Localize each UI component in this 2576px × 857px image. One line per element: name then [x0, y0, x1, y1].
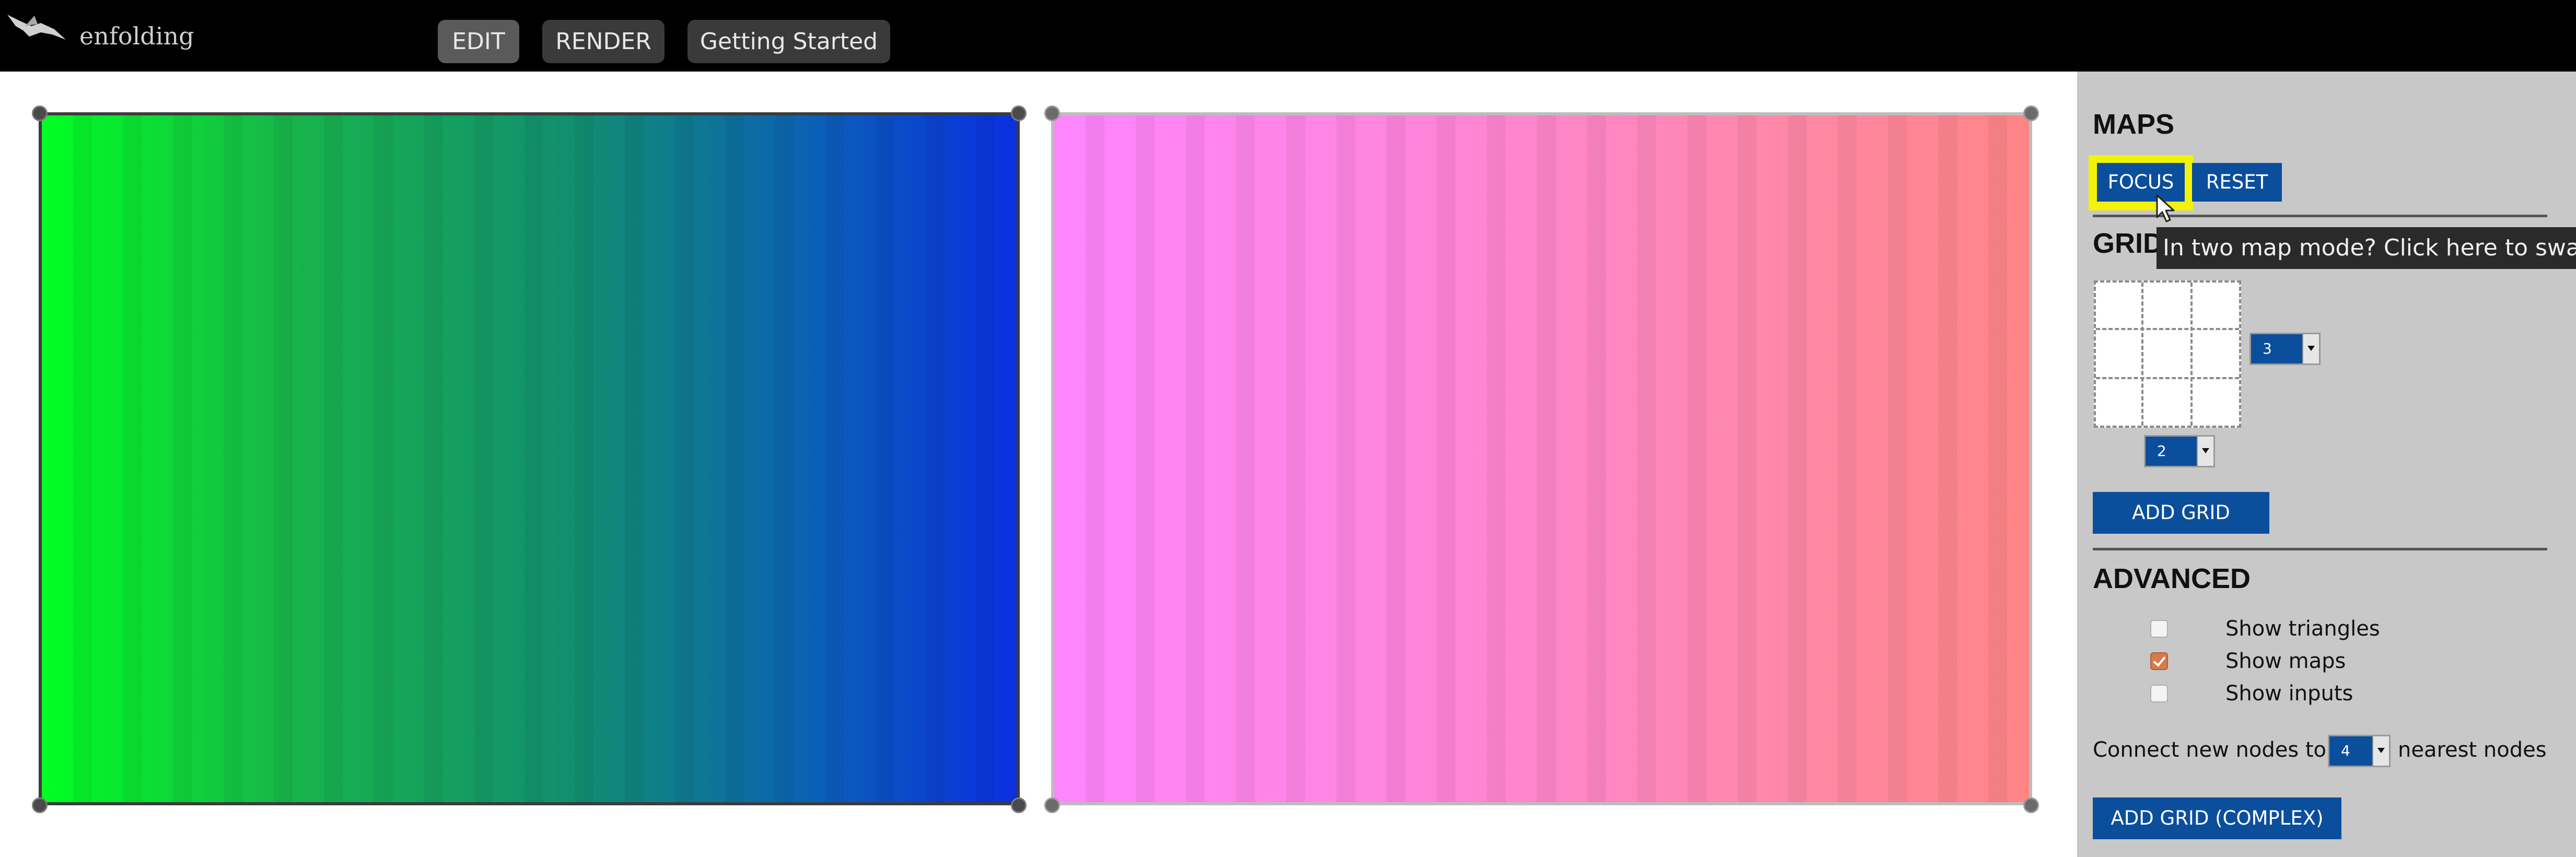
- map-node-handle[interactable]: [2023, 105, 2039, 121]
- chevron-down-icon: [2302, 334, 2319, 363]
- add-grid-complex-button[interactable]: ADD GRID (COMPLEX): [2093, 797, 2341, 839]
- grid-columns-value: 3: [2263, 340, 2272, 357]
- grid-heading: GRID: [2093, 228, 2163, 259]
- show-maps-label: Show maps: [2225, 649, 2346, 673]
- bird-logo-icon: [7, 15, 66, 40]
- advanced-heading: ADVANCED: [2093, 563, 2251, 594]
- show-maps-checkbox[interactable]: [2150, 652, 2168, 670]
- nearest-nodes-value: 4: [2341, 742, 2350, 759]
- grid-preview: [2094, 280, 2241, 428]
- add-grid-button[interactable]: ADD GRID: [2093, 492, 2269, 534]
- control-panel: MAPS FOCUS RESET GRID 3 2 ADD GRID ADVAN…: [2077, 72, 2576, 857]
- grid-rows-select[interactable]: 2: [2144, 435, 2215, 467]
- nearest-nodes-label: nearest nodes: [2398, 738, 2547, 762]
- app-title: enfolding: [79, 22, 194, 50]
- grid-rows-value: 2: [2157, 442, 2166, 460]
- nav-render-button[interactable]: RENDER: [542, 20, 665, 63]
- show-triangles-checkbox[interactable]: [2150, 620, 2168, 638]
- section-divider: [2093, 548, 2547, 550]
- show-triangles-label: Show triangles: [2225, 617, 2380, 641]
- output-map-canvas[interactable]: [1051, 112, 2032, 805]
- show-inputs-checkbox[interactable]: [2150, 685, 2168, 702]
- map-texture: [1054, 115, 2029, 802]
- map-node-handle[interactable]: [1011, 797, 1027, 813]
- nav-getting-started-button[interactable]: Getting Started: [687, 20, 890, 63]
- mouse-cursor-icon: [2156, 194, 2175, 222]
- connect-nodes-label: Connect new nodes to:: [2093, 738, 2334, 762]
- grid-columns-select[interactable]: 3: [2249, 333, 2321, 365]
- show-inputs-label: Show inputs: [2225, 682, 2353, 706]
- nav-edit-button[interactable]: EDIT: [438, 20, 519, 63]
- nearest-nodes-select[interactable]: 4: [2328, 735, 2391, 767]
- map-texture: [42, 115, 1017, 802]
- map-node-handle[interactable]: [1044, 105, 1060, 121]
- map-node-handle[interactable]: [32, 105, 48, 121]
- top-bar: enfolding EDIT RENDER Getting Started: [0, 0, 2576, 72]
- reset-button[interactable]: RESET: [2192, 163, 2282, 202]
- maps-heading: MAPS: [2093, 109, 2175, 140]
- input-map-canvas[interactable]: [39, 112, 1020, 805]
- map-node-handle[interactable]: [2023, 797, 2039, 813]
- map-node-handle[interactable]: [1011, 105, 1027, 121]
- map-node-handle[interactable]: [32, 797, 48, 813]
- map-node-handle[interactable]: [1044, 797, 1060, 813]
- chevron-down-icon: [2372, 736, 2389, 766]
- chevron-down-icon: [2197, 437, 2213, 466]
- focus-tooltip: In two map mode? Click here to swap m: [2157, 227, 2576, 269]
